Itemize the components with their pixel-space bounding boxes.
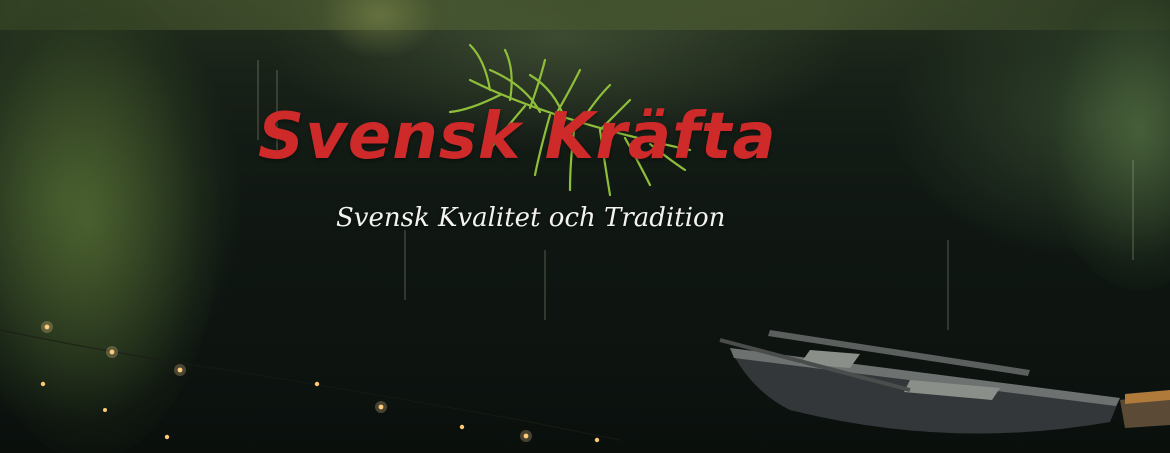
hero-banner: Svensk Kräfta Svensk Kvalitet och Tradit… xyxy=(0,0,1170,453)
rowboat xyxy=(719,330,1170,434)
brand-tagline: Svensk Kvalitet och Tradition xyxy=(336,203,726,233)
brand-title: Svensk Kräfta xyxy=(258,100,777,174)
